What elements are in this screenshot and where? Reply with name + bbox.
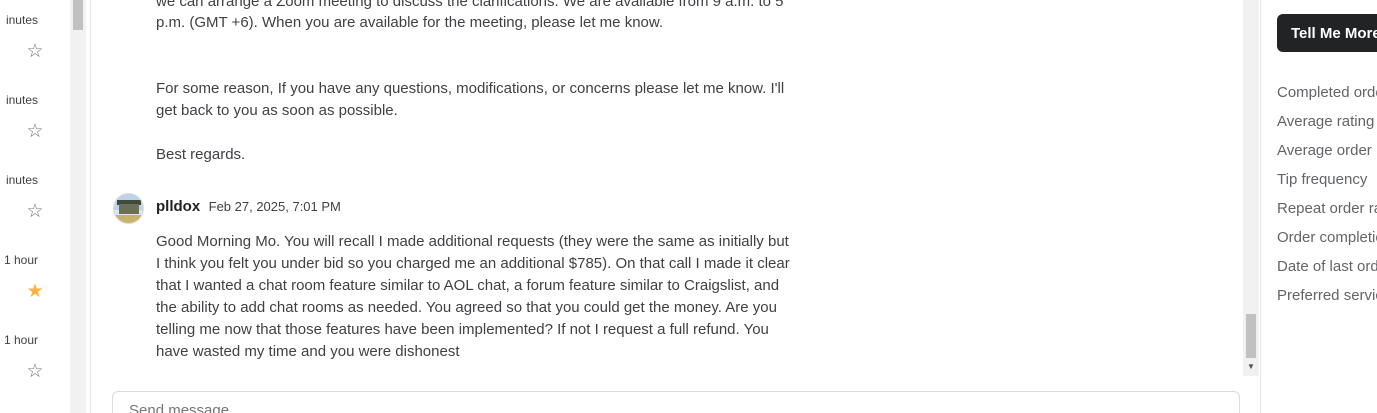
- scrollbar-thumb[interactable]: [1246, 314, 1256, 358]
- star-icon[interactable]: ☆: [26, 122, 44, 141]
- contact-time: inutes: [5, 13, 38, 27]
- avatar-house: [119, 204, 139, 214]
- stat-repeat-order-rate: Repeat order rate: [1277, 200, 1377, 217]
- avatar-ground: [114, 215, 143, 223]
- contact-time: 1 hour: [3, 333, 38, 347]
- scroll-down-arrow-icon[interactable]: ▼: [1246, 362, 1256, 372]
- stat-average-order: Average order: [1277, 142, 1372, 159]
- conversation-pane: we can arrange a Zoom meeting to discuss…: [91, 0, 1243, 376]
- message-timestamp: Feb 27, 2025, 7:01 PM: [208, 199, 341, 214]
- sender-name[interactable]: plldox: [156, 198, 200, 215]
- stat-completed-orders: Completed orders: [1277, 84, 1377, 101]
- contact-list: inutes ☆ inutes ☆ inutes ☆ 1 hour ★ 1 ho…: [0, 0, 70, 413]
- tell-me-more-button[interactable]: Tell Me More: [1277, 14, 1377, 52]
- stat-average-rating: Average rating: [1277, 113, 1375, 130]
- stat-preferred-service: Preferred service: [1277, 287, 1377, 304]
- star-icon[interactable]: ☆: [26, 42, 44, 61]
- star-icon[interactable]: ☆: [26, 362, 44, 381]
- send-message-input[interactable]: [129, 402, 729, 413]
- contact-list-scrollbar[interactable]: [70, 0, 86, 413]
- message-text: p.m. (GMT +6). When you are available fo…: [156, 14, 664, 31]
- conversation-scrollbar[interactable]: ▼: [1243, 0, 1259, 376]
- message-text: Best regards.: [156, 146, 246, 163]
- message-text: For some reason, If you have any questio…: [156, 80, 785, 119]
- contact-time: inutes: [5, 173, 38, 187]
- message-body: Good Morning Mo. You will recall I made …: [156, 233, 790, 360]
- contact-time: 1 hour: [3, 253, 38, 267]
- stat-order-completion: Order completion: [1277, 229, 1377, 246]
- message-header: plldox Feb 27, 2025, 7:01 PM: [156, 198, 341, 216]
- stat-date-of-last-order: Date of last order: [1277, 258, 1377, 275]
- scrollbar-thumb[interactable]: [73, 0, 83, 30]
- avatar[interactable]: [113, 193, 144, 224]
- star-icon[interactable]: ☆: [26, 202, 44, 221]
- contact-time: inutes: [5, 93, 38, 107]
- star-filled-icon[interactable]: ★: [26, 282, 44, 301]
- stat-tip-frequency: Tip frequency: [1277, 171, 1368, 188]
- message-composer[interactable]: [112, 391, 1240, 413]
- divider: [1260, 0, 1261, 413]
